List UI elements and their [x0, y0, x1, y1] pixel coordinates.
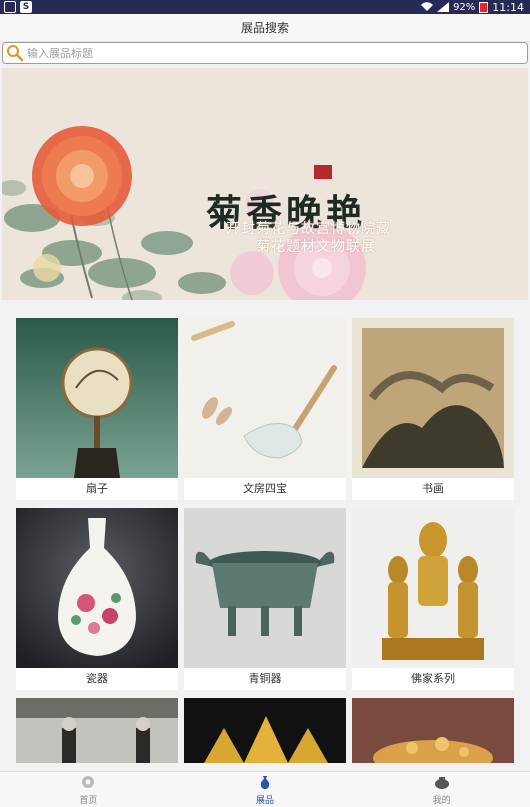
system-indicators: 92% 11:14 [421, 0, 524, 14]
category-label: 文房四宝 [243, 482, 287, 495]
category-card-calligraphy-painting[interactable]: 书画 [352, 318, 514, 500]
fan-image [16, 318, 178, 478]
museum-logo [314, 165, 332, 179]
gallery-icon [4, 1, 16, 13]
calligraphy-painting-image [352, 318, 514, 478]
category-label: 青铜器 [248, 672, 282, 685]
banner-subtitle-line2: 菊花题材文物联展 [256, 239, 376, 255]
battery-percent: 92% [453, 1, 476, 13]
buddhist-image [352, 508, 514, 668]
search-input[interactable] [27, 44, 522, 62]
bronze-image [184, 508, 346, 668]
signal-icon [437, 2, 450, 12]
category-card-porcelain[interactable]: 瓷器 [16, 508, 178, 690]
profile-icon [434, 777, 449, 789]
category-label: 瓷器 [86, 672, 108, 685]
notification-icons: S [4, 1, 32, 13]
category-label: 书画 [422, 482, 444, 495]
gold-ornament-image [184, 698, 346, 763]
clock: 11:14 [492, 0, 524, 14]
home-icon [82, 776, 95, 788]
wifi-icon [421, 2, 434, 12]
category-card-fan[interactable]: 扇子 [16, 318, 178, 500]
page-title: 展品搜索 [0, 14, 530, 42]
photo-image [16, 698, 178, 763]
tab-home[interactable]: 首页 [0, 772, 177, 807]
exhibition-banner[interactable]: 菊香晚艳 开封菊花与故宫博物院藏 菊花题材文物联展 [2, 68, 528, 300]
bottom-tab-bar: 首页 展品 我的 [0, 771, 530, 807]
category-label: 佛家系列 [411, 672, 455, 685]
exhibits-icon [260, 776, 270, 789]
category-card-bronze[interactable]: 青铜器 [184, 508, 346, 690]
tab-label: 首页 [79, 796, 98, 806]
search-bar[interactable] [2, 42, 528, 64]
category-card-photo[interactable] [16, 698, 178, 763]
category-card-four-treasures[interactable]: 文房四宝 [184, 318, 346, 500]
category-card-gold-ornament[interactable] [184, 698, 346, 763]
tab-label: 展品 [256, 796, 275, 806]
banner-subtitle-line1: 开封菊花与故宫博物院藏 [226, 221, 391, 237]
four-treasures-image [184, 318, 346, 478]
status-bar: S 92% 11:14 [0, 0, 530, 14]
tab-profile[interactable]: 我的 [353, 772, 530, 807]
tab-exhibits[interactable]: 展品 [177, 772, 354, 807]
jewelry-image [352, 698, 514, 763]
battery-icon [479, 1, 489, 13]
porcelain-image [16, 508, 178, 668]
tab-label: 我的 [432, 796, 451, 806]
category-card-jewelry[interactable] [352, 698, 514, 763]
search-icon[interactable] [6, 44, 24, 62]
app-s-icon: S [20, 1, 32, 13]
category-label: 扇子 [86, 482, 108, 495]
app-screen: S 92% 11:14 展品搜索 输入展品标题 菊香晚艳 开封菊花与故宫博物院藏… [0, 0, 530, 807]
category-card-buddhist[interactable]: 佛家系列 [352, 508, 514, 690]
